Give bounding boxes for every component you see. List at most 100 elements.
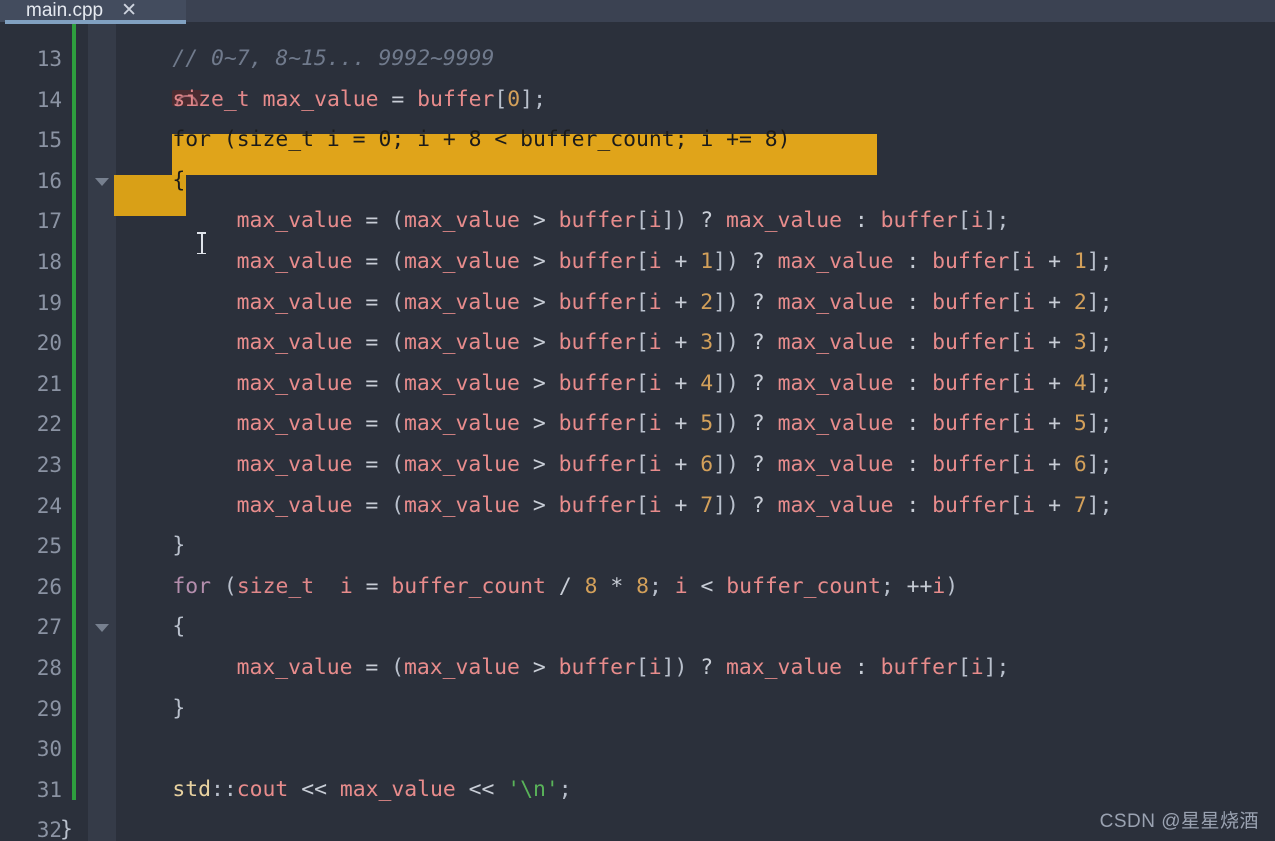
token: ( bbox=[391, 492, 405, 518]
token: ; bbox=[558, 776, 572, 802]
token: ]) bbox=[661, 208, 688, 234]
chevron-down-icon[interactable] bbox=[95, 624, 109, 633]
code-line[interactable]: 31 std::cout << max_value << '\n'; bbox=[0, 770, 1275, 811]
code-text[interactable]: max_value = (max_value > buffer[i]) ? ma… bbox=[237, 201, 1010, 242]
code-text[interactable]: { bbox=[172, 161, 185, 202]
token: [ bbox=[1009, 249, 1023, 274]
code-line[interactable]: 20 max_value = (max_value > buffer[i + 3]… bbox=[0, 323, 1275, 364]
code-line[interactable]: 27 { bbox=[0, 607, 1275, 648]
code-line[interactable]: 28 max_value = (max_value > buffer[i]) ? … bbox=[0, 648, 1275, 689]
token: buffer bbox=[558, 411, 636, 437]
token: ( bbox=[391, 330, 405, 356]
token: buffer_count bbox=[726, 573, 881, 599]
token: ( bbox=[391, 208, 405, 234]
token: max_value bbox=[777, 249, 894, 274]
token: ]; bbox=[983, 655, 1010, 680]
token: buffer bbox=[558, 330, 636, 356]
code-text[interactable]: max_value = (max_value > buffer[i + 3]) … bbox=[237, 323, 1113, 364]
chevron-down-icon[interactable] bbox=[95, 177, 109, 186]
code-text[interactable]: max_value = (max_value > buffer[i + 5]) … bbox=[237, 404, 1113, 445]
token: : bbox=[893, 492, 933, 518]
token: ]; bbox=[983, 208, 1010, 234]
code-line[interactable]: 23 max_value = (max_value > buffer[i + 6]… bbox=[0, 445, 1275, 486]
code-line[interactable]: 16 { bbox=[0, 161, 1275, 202]
token: = bbox=[352, 411, 392, 437]
token: = bbox=[352, 289, 392, 315]
code-editor[interactable]: 13 // 0~7, 8~15... 9992~9999 14 size_t max_… bbox=[0, 24, 1275, 841]
code-line[interactable]: 24 max_value = (max_value > buffer[i + 7]… bbox=[0, 486, 1275, 527]
code-text[interactable]: for (size_t i = 0; i + 8 < buffer_count;… bbox=[172, 120, 790, 161]
code-line[interactable]: 14 size_t max_value = buffer[0]; bbox=[0, 80, 1275, 121]
token: + bbox=[661, 330, 701, 356]
token: ]) bbox=[713, 330, 739, 356]
token: [ bbox=[635, 330, 649, 356]
code-text[interactable]: max_value = (max_value > buffer[i + 4]) … bbox=[237, 364, 1113, 405]
code-line[interactable]: 32} bbox=[0, 810, 1275, 841]
code-text[interactable]: max_value = (max_value > buffer[i + 6]) … bbox=[237, 445, 1113, 486]
tab-main-cpp[interactable]: main.cpp ✕ bbox=[0, 0, 186, 22]
code-text[interactable]: { bbox=[172, 607, 185, 648]
token: i bbox=[648, 208, 662, 234]
line-number: 13 bbox=[36, 47, 62, 71]
token: ( bbox=[391, 452, 405, 477]
token: 1 bbox=[1073, 249, 1087, 274]
token: i bbox=[648, 492, 662, 518]
token: max_value bbox=[777, 370, 894, 396]
token: 6 bbox=[1073, 452, 1087, 477]
token: buffer bbox=[417, 86, 495, 112]
code-line[interactable]: 15 for (size_t i = 0; i + 8 < buffer_coun… bbox=[0, 120, 1275, 161]
line-number: 16 bbox=[36, 168, 62, 193]
token: = bbox=[352, 573, 392, 599]
token: ; bbox=[649, 573, 675, 599]
code-text[interactable]: max_value = (max_value > buffer[i + 1]) … bbox=[237, 242, 1113, 283]
code-line[interactable]: 17 max_value = (max_value > buffer[i]) ? … bbox=[0, 201, 1275, 242]
code-text[interactable]: max_value = (max_value > buffer[i]) ? ma… bbox=[237, 648, 1010, 689]
token: max_value bbox=[726, 655, 842, 680]
code-line[interactable]: 29} bbox=[0, 689, 1275, 730]
line-number: 30 bbox=[36, 737, 62, 762]
token: ; bbox=[533, 86, 546, 112]
code-line[interactable]: 25} bbox=[0, 526, 1275, 567]
code-text[interactable]: size_t max_value = buffer[0]; bbox=[172, 80, 546, 121]
token: i bbox=[648, 411, 662, 437]
code-text[interactable]: max_value = (max_value > buffer[i + 7]) … bbox=[237, 486, 1113, 527]
code-text[interactable]: } bbox=[60, 810, 73, 841]
token: + bbox=[1035, 249, 1074, 274]
token: [ bbox=[635, 492, 649, 518]
code-line[interactable]: 22 max_value = (max_value > buffer[i + 5]… bbox=[0, 404, 1275, 445]
code-line[interactable]: 13 // 0~7, 8~15... 9992~9999 bbox=[0, 39, 1275, 80]
code-line[interactable]: 18 max_value = (max_value > buffer[i + 1]… bbox=[0, 242, 1275, 283]
line-number: 24 bbox=[36, 493, 62, 518]
line-number: 22 bbox=[36, 412, 62, 437]
line-number: 17 bbox=[36, 209, 62, 234]
token: ]) bbox=[661, 655, 688, 680]
code-text[interactable]: max_value = (max_value > buffer[i + 2]) … bbox=[237, 283, 1113, 324]
code-line[interactable]: 26 for (size_t i = buffer_count / 8 * 8; … bbox=[0, 567, 1275, 608]
token: ]) bbox=[713, 411, 739, 437]
code-line[interactable]: 30 bbox=[0, 729, 1275, 770]
code-text[interactable]: } bbox=[172, 689, 185, 730]
token: i bbox=[1022, 370, 1036, 396]
code-text[interactable]: } bbox=[172, 526, 185, 567]
code-text[interactable]: std::cout << max_value << '\n'; bbox=[172, 770, 571, 811]
token: > bbox=[519, 208, 559, 234]
token: : bbox=[893, 370, 933, 396]
close-icon[interactable]: ✕ bbox=[121, 1, 137, 20]
token: i bbox=[1022, 330, 1036, 356]
token: * bbox=[597, 573, 637, 599]
code-text[interactable]: for (size_t i = buffer_count / 8 * 8; i … bbox=[172, 567, 958, 608]
line-number: 15 bbox=[36, 128, 62, 153]
token: [ bbox=[957, 208, 971, 234]
code-text[interactable]: // 0~7, 8~15... 9992~9999 bbox=[172, 39, 494, 80]
token: ]; bbox=[1086, 289, 1113, 315]
token: [ bbox=[957, 655, 971, 680]
token: + bbox=[661, 289, 701, 315]
code-line[interactable]: 21 max_value = (max_value > buffer[i + 4]… bbox=[0, 364, 1275, 405]
line-number: 14 bbox=[36, 87, 62, 112]
token: + bbox=[661, 249, 701, 274]
token: 7 bbox=[1073, 492, 1087, 518]
token: ? bbox=[738, 289, 778, 315]
code-line[interactable]: 19 max_value = (max_value > buffer[i + 2]… bbox=[0, 283, 1275, 324]
